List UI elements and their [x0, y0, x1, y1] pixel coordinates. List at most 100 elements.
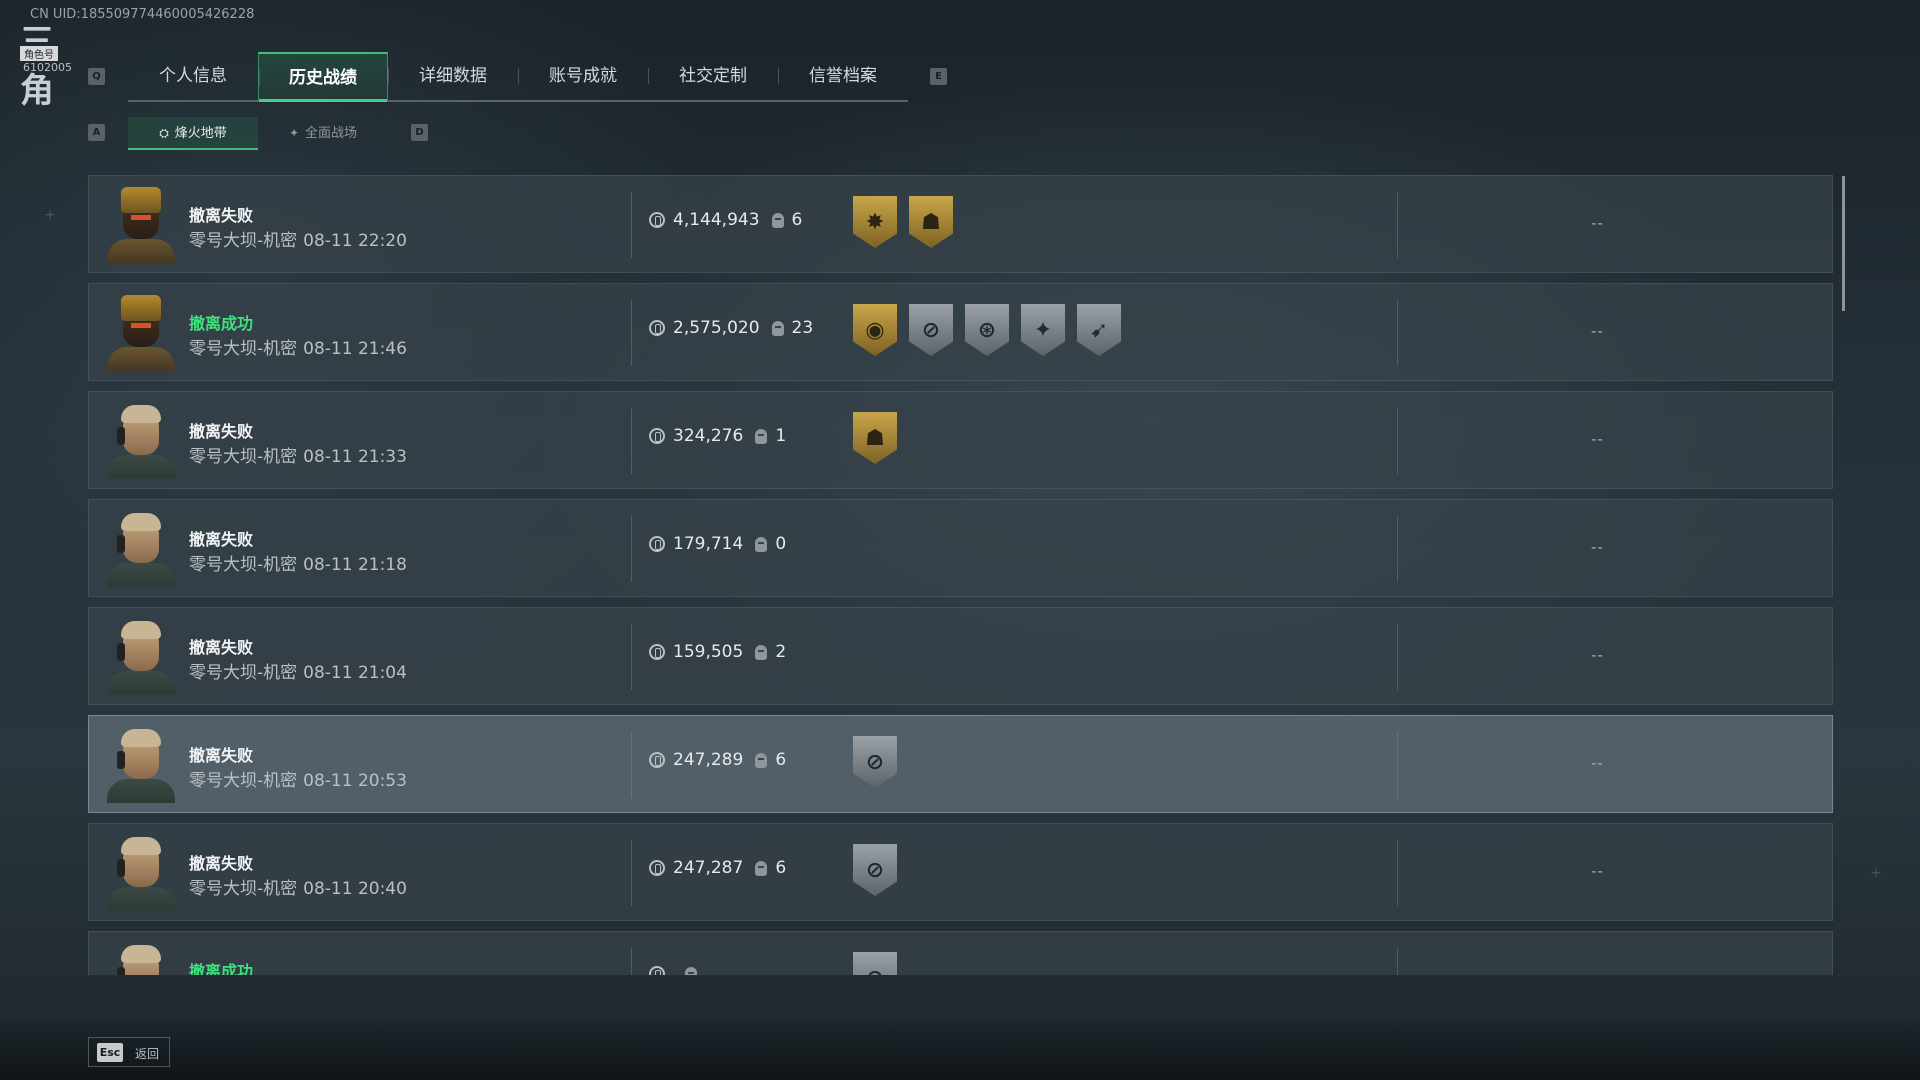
column-divider — [631, 408, 632, 474]
operator-avatar — [103, 403, 177, 479]
crosshair-medal-icon[interactable]: ⊘ — [853, 844, 897, 896]
map-info: 零号大坝-机密 08-11 20:53 — [189, 766, 407, 791]
crosshair-medal-icon[interactable]: ⊘ — [853, 952, 897, 975]
medal-glyph: ⊘ — [921, 317, 941, 343]
subtab-extraction-zone[interactable]: ⛭ 烽火地带 — [128, 117, 258, 150]
column-divider — [631, 192, 632, 258]
column-divider — [631, 732, 632, 798]
operator-avatar — [103, 835, 177, 911]
column-divider — [1397, 948, 1398, 975]
loot-value: 247,287 — [673, 858, 744, 878]
kill-count: 2 — [775, 642, 787, 662]
column-divider — [1397, 300, 1398, 366]
star-medal-icon[interactable]: ✦ — [1021, 304, 1065, 356]
match-record-row[interactable]: 撤离失败 零号大坝-机密 08-11 21:04 159,505 2 -- — [88, 607, 1833, 705]
match-record-row[interactable]: 撤离失败 零号大坝-机密 08-11 21:18 179,714 0 -- — [88, 499, 1833, 597]
extraction-status: 撤离失败 — [189, 854, 254, 873]
coin-icon — [649, 320, 665, 336]
tab-label: 信誉档案 — [809, 66, 877, 86]
back-button[interactable]: Esc 返回 — [88, 1037, 170, 1067]
next-subtab-key-hint[interactable]: D — [411, 124, 428, 141]
medal-glyph: ⊘ — [866, 966, 884, 976]
list-scrollbar[interactable] — [1842, 176, 1845, 311]
column-divider — [1397, 516, 1398, 582]
medal-list: ⊘ — [853, 952, 909, 975]
crosshair-medal-icon[interactable]: ⊘ — [853, 736, 897, 788]
skull-medal-icon[interactable]: ⊛ — [965, 304, 1009, 356]
match-record-row[interactable]: 撤离失败 零号大坝-机密 08-11 20:40 247,287 6 ⊘ -- — [88, 823, 1833, 921]
map-info: 零号大坝-机密 08-11 21:04 — [189, 658, 407, 683]
crosshair-medal-icon[interactable]: ⊘ — [909, 304, 953, 356]
prev-subtab-key-hint[interactable]: A — [88, 124, 105, 141]
tab-label: 社交定制 — [679, 66, 747, 86]
map-name: 零号大坝-机密 — [189, 663, 298, 683]
subtab-label: 全面战场 — [305, 126, 358, 141]
tab-label: 历史战绩 — [289, 68, 357, 88]
loot-summary: 247,287 6 — [649, 858, 786, 878]
tab-social-custom[interactable]: 社交定制 — [648, 52, 778, 100]
extra-info: -- — [1591, 430, 1604, 448]
coin-icon — [649, 752, 665, 768]
medal-glyph: ✸ — [865, 209, 885, 235]
operator-avatar — [103, 943, 177, 975]
burst-medal-icon[interactable]: ✸ — [853, 196, 897, 248]
coin-icon — [649, 966, 665, 975]
tab-achievements[interactable]: 账号成就 — [518, 52, 648, 100]
skull-icon — [771, 212, 784, 228]
back-label: 返回 — [135, 1047, 160, 1061]
tab-detailed-data[interactable]: 详细数据 — [388, 52, 518, 100]
prev-tab-key-hint[interactable]: Q — [88, 68, 105, 85]
gun-medal-icon[interactable]: ➹ — [1077, 304, 1121, 356]
medal-glyph: ✦ — [1033, 317, 1053, 343]
column-divider — [1397, 192, 1398, 258]
map-info: 零号大坝-机密 08-11 21:46 — [189, 334, 407, 359]
column-divider — [631, 516, 632, 582]
map-info: 零号大坝-机密 08-11 21:33 — [189, 442, 407, 467]
kill-count: 1 — [775, 426, 787, 446]
extra-info: -- — [1591, 214, 1604, 232]
match-history-list[interactable]: 撤离失败 零号大坝-机密 08-11 22:20 4,144,943 6 ✸ ☗ -- 撤离成功… — [88, 175, 1835, 975]
loot-summary: 4,144,943 6 — [649, 210, 802, 230]
match-record-row[interactable]: 撤离成功 ⊘ — [88, 931, 1833, 975]
loot-summary: 159,505 2 — [649, 642, 786, 662]
map-name: 零号大坝-机密 — [189, 555, 298, 575]
tab-reputation[interactable]: 信誉档案 — [778, 52, 908, 100]
loot-summary: 324,276 1 — [649, 426, 786, 446]
column-divider — [1397, 732, 1398, 798]
match-record-row[interactable]: 撤离失败 零号大坝-机密 08-11 22:20 4,144,943 6 ✸ ☗ -- — [88, 175, 1833, 273]
match-time: 08-11 21:18 — [303, 555, 407, 575]
match-record-row[interactable]: 撤离成功 零号大坝-机密 08-11 21:46 2,575,020 23 ◉ ⊘ ⊛ ✦ ➹ -- — [88, 283, 1833, 381]
loot-value: 324,276 — [673, 426, 744, 446]
column-divider — [1397, 840, 1398, 906]
tab-match-history[interactable]: 历史战绩 — [258, 52, 388, 102]
extraction-status: 撤离失败 — [189, 422, 254, 441]
subtab-full-battlefield[interactable]: ✦ 全面战场 — [258, 117, 388, 150]
skull-icon — [755, 428, 768, 444]
next-tab-key-hint[interactable]: E — [930, 68, 947, 85]
tab-label: 详细数据 — [419, 66, 487, 86]
operator-avatar — [103, 295, 177, 371]
coin-medal-icon[interactable]: ◉ — [853, 304, 897, 356]
extraction-status: 撤离失败 — [189, 206, 254, 225]
column-divider — [1397, 624, 1398, 690]
loot-value: 159,505 — [673, 642, 744, 662]
match-time: 08-11 21:33 — [303, 447, 407, 467]
tab-personal-info[interactable]: 个人信息 — [128, 52, 258, 100]
extra-info: -- — [1591, 538, 1604, 556]
kill-count: 23 — [791, 318, 814, 338]
match-record-row[interactable]: 撤离失败 零号大坝-机密 08-11 21:33 324,276 1 ☗ -- — [88, 391, 1833, 489]
map-name: 零号大坝-机密 — [189, 339, 298, 359]
column-divider — [631, 624, 632, 690]
medal-list: ⊘ — [853, 736, 909, 788]
extraction-icon: ⛭ — [159, 126, 169, 140]
match-time: 08-11 21:46 — [303, 339, 407, 359]
match-record-row[interactable]: 撤离失败 零号大坝-机密 08-11 20:53 247,289 6 ⊘ -- — [88, 715, 1833, 813]
column-divider — [631, 948, 632, 975]
match-time: 08-11 20:40 — [303, 879, 407, 899]
map-name: 零号大坝-机密 — [189, 771, 298, 791]
medal-glyph: ⊘ — [865, 749, 885, 775]
helmet-medal-icon[interactable]: ☗ — [909, 196, 953, 248]
medal-list: ✸ ☗ — [853, 196, 965, 248]
extraction-status: 撤离失败 — [189, 638, 254, 657]
helmet-medal-icon[interactable]: ☗ — [853, 412, 897, 464]
